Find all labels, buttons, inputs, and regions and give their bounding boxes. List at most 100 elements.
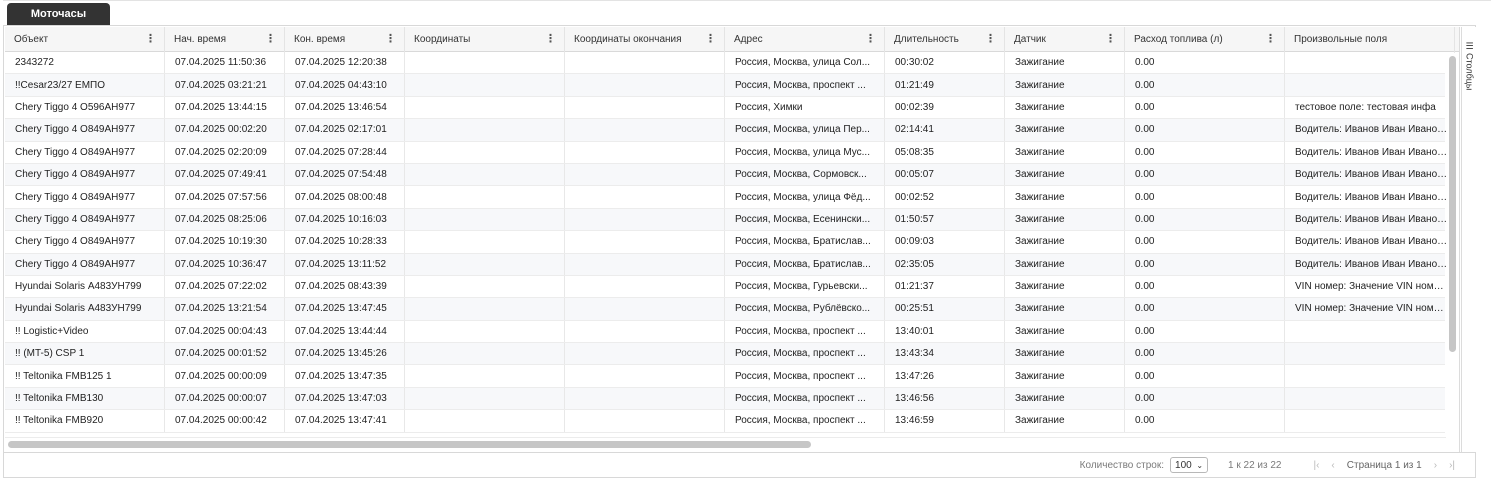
cell-sensor: Зажигание bbox=[1005, 298, 1125, 320]
table-row[interactable]: Chery Tiggo 4 О849АН977 07.04.2025 07:57:… bbox=[5, 186, 1455, 209]
column-menu-icon[interactable]: ⋮ bbox=[385, 33, 396, 45]
cell-text: Зажигание bbox=[1015, 146, 1065, 158]
cell-text: Россия, Москва, Гурьевски... bbox=[735, 281, 868, 293]
column-header-custom-fields[interactable]: Произвольные поля bbox=[1285, 27, 1455, 52]
table-row[interactable]: !! Teltonika FMB125 1 07.04.2025 00:00:09… bbox=[5, 365, 1455, 388]
column-menu-icon[interactable]: ⋮ bbox=[865, 33, 876, 45]
cell-custom-fields bbox=[1285, 343, 1455, 365]
last-page-icon[interactable]: ›| bbox=[1449, 460, 1455, 471]
cell-text: Chery Tiggo 4 О849АН977 bbox=[15, 146, 136, 158]
tab-motochasy[interactable]: Моточасы bbox=[7, 3, 110, 25]
column-header-end-time[interactable]: Кон. время ⋮ bbox=[285, 27, 405, 52]
columns-panel-label: Столбцы bbox=[1464, 53, 1475, 91]
table-row[interactable]: 2343272 07.04.2025 11:50:36 07.04.2025 12:… bbox=[5, 52, 1455, 75]
first-page-icon[interactable]: |‹ bbox=[1313, 460, 1319, 471]
table-row[interactable]: Chery Tiggo 4 О596АН977 07.04.2025 13:44:… bbox=[5, 96, 1455, 120]
columns-icon: ☰ bbox=[1465, 41, 1474, 51]
cell-custom-fields bbox=[1285, 52, 1455, 74]
cell-end-coordinates bbox=[565, 410, 725, 432]
cell-text: Hyundai Solaris А483УН799 bbox=[15, 281, 142, 293]
cell-start-time: 07.04.2025 07:49:41 bbox=[165, 163, 285, 186]
cell-text: Водитель: Иванов Иван Иванович bbox=[1295, 146, 1454, 158]
column-header-label: Объект bbox=[14, 34, 49, 45]
column-menu-icon[interactable]: ⋮ bbox=[1105, 33, 1116, 45]
cell-custom-fields: тестовое поле: тестовая инфа bbox=[1285, 96, 1455, 119]
column-menu-icon[interactable]: ⋮ bbox=[1265, 33, 1276, 45]
cell-fuel-consumption: 0.00 bbox=[1125, 298, 1285, 320]
cell-end-time: 07.04.2025 10:16:03 bbox=[285, 208, 405, 231]
cell-end-coordinates bbox=[565, 298, 725, 320]
cell-sensor: Зажигание bbox=[1005, 275, 1125, 298]
column-menu-icon[interactable]: ⋮ bbox=[985, 33, 996, 45]
prev-page-icon[interactable]: ‹ bbox=[1331, 460, 1334, 471]
table-row[interactable]: !! Logistic+Video 07.04.2025 00:04:43 07.0… bbox=[5, 320, 1455, 344]
column-header-address[interactable]: Адрес ⋮ bbox=[725, 27, 885, 52]
cell-start-time: 07.04.2025 11:50:36 bbox=[165, 52, 285, 74]
cell-text: Водитель: Иванов Иван Иванович bbox=[1295, 191, 1454, 203]
table-row[interactable]: Chery Tiggo 4 О849АН977 07.04.2025 10:19:… bbox=[5, 231, 1455, 254]
rows-range-text: 1 к 22 из 22 bbox=[1228, 459, 1282, 471]
cell-custom-fields: VIN номер: Значение VIN номера bbox=[1285, 275, 1455, 298]
cell-end-time: 07.04.2025 13:11:52 bbox=[285, 253, 405, 275]
cell-text: 0.00 bbox=[1135, 370, 1155, 382]
table-row[interactable]: !!Cesar23/27 ЕМПО 07.04.2025 03:21:21 07.0… bbox=[5, 74, 1455, 97]
table-row[interactable]: Chery Tiggo 4 О849АН977 07.04.2025 08:25:… bbox=[5, 208, 1455, 232]
columns-panel-button[interactable]: ☰ Столбцы bbox=[1462, 41, 1477, 111]
rows-per-page-select[interactable]: 100 ⌄ bbox=[1170, 457, 1209, 473]
cell-text: 07.04.2025 08:25:06 bbox=[175, 213, 267, 225]
column-menu-icon[interactable]: ⋮ bbox=[705, 33, 716, 45]
cell-fuel-consumption: 0.00 bbox=[1125, 208, 1285, 231]
cell-end-time: 07.04.2025 13:47:35 bbox=[285, 365, 405, 387]
table-row[interactable]: Hyundai Solaris А483УН799 07.04.2025 07:2… bbox=[5, 275, 1455, 299]
cell-address: Россия, Москва, проспект ... bbox=[725, 410, 885, 432]
table-row[interactable]: !! (MT-5) CSP 1 07.04.2025 00:01:52 07.04.… bbox=[5, 343, 1455, 366]
rows-count-label: Количество строк: bbox=[1079, 459, 1165, 471]
table-row[interactable]: Chery Tiggo 4 О849АН977 07.04.2025 07:49:… bbox=[5, 163, 1455, 187]
column-menu-icon[interactable]: ⋮ bbox=[265, 33, 276, 45]
next-page-icon[interactable]: › bbox=[1434, 460, 1437, 471]
column-menu-icon[interactable]: ⋮ bbox=[145, 33, 156, 45]
cell-end-coordinates bbox=[565, 96, 725, 119]
column-header-coordinates[interactable]: Координаты ⋮ bbox=[405, 27, 565, 52]
vertical-scroll-thumb[interactable] bbox=[1449, 56, 1456, 352]
cell-sensor: Зажигание bbox=[1005, 253, 1125, 275]
cell-text: Зажигание bbox=[1015, 236, 1065, 248]
column-header-start-time[interactable]: Нач. время ⋮ bbox=[165, 27, 285, 52]
cell-object: Chery Tiggo 4 О849АН977 bbox=[5, 253, 165, 275]
cell-text: 13:46:56 bbox=[895, 393, 934, 405]
horizontal-scrollbar[interactable] bbox=[5, 437, 1446, 451]
table-row[interactable]: Chery Tiggo 4 О849АН977 07.04.2025 10:36:… bbox=[5, 253, 1455, 276]
cell-end-time: 07.04.2025 07:28:44 bbox=[285, 141, 405, 163]
cell-text: Chery Tiggo 4 О849АН977 bbox=[15, 124, 136, 136]
column-header-end-coordinates[interactable]: Координаты окончания ⋮ bbox=[565, 27, 725, 52]
column-menu-icon[interactable]: ⋮ bbox=[545, 33, 556, 45]
cell-text: Россия, Москва, улица Пер... bbox=[735, 124, 870, 136]
column-header-duration[interactable]: Длительность ⋮ bbox=[885, 27, 1005, 52]
cell-address: Россия, Москва, проспект ... bbox=[725, 365, 885, 387]
column-header-fuel-consumption[interactable]: Расход топлива (л) ⋮ bbox=[1125, 27, 1285, 52]
table-row[interactable]: Hyundai Solaris А483УН799 07.04.2025 13:2… bbox=[5, 298, 1455, 321]
cell-text: Водитель: Иванов Иван Иванович bbox=[1295, 258, 1454, 270]
cell-text: 07.04.2025 13:47:45 bbox=[295, 303, 387, 315]
cell-text: Зажигание bbox=[1015, 79, 1065, 91]
cell-address: Россия, Москва, улица Фёд... bbox=[725, 186, 885, 208]
cell-sensor: Зажигание bbox=[1005, 119, 1125, 141]
cell-end-time: 07.04.2025 10:28:33 bbox=[285, 231, 405, 253]
cell-text: Зажигание bbox=[1015, 303, 1065, 315]
horizontal-scroll-thumb[interactable] bbox=[8, 441, 811, 448]
cell-duration: 02:35:05 bbox=[885, 253, 1005, 275]
cell-fuel-consumption: 0.00 bbox=[1125, 96, 1285, 119]
cell-object: Hyundai Solaris А483УН799 bbox=[5, 298, 165, 320]
cell-object: Chery Tiggo 4 О849АН977 bbox=[5, 231, 165, 253]
vertical-scrollbar[interactable] bbox=[1446, 53, 1459, 437]
table-row[interactable]: !! Teltonika FMB130 07.04.2025 00:00:07 07… bbox=[5, 387, 1455, 411]
table-row[interactable]: Chery Tiggo 4 О849АН977 07.04.2025 00:02:… bbox=[5, 119, 1455, 142]
cell-text: 00:30:02 bbox=[895, 57, 934, 69]
cell-end-time: 07.04.2025 13:44:44 bbox=[285, 320, 405, 343]
table-row[interactable]: Chery Tiggo 4 О849АН977 07.04.2025 02:20:… bbox=[5, 141, 1455, 164]
column-header-sensor[interactable]: Датчик ⋮ bbox=[1005, 27, 1125, 52]
cell-fuel-consumption: 0.00 bbox=[1125, 119, 1285, 141]
cell-text: Россия, Москва, Братислав... bbox=[735, 258, 871, 270]
table-row[interactable]: !! Teltonika FMB920 07.04.2025 00:00:42 07… bbox=[5, 410, 1455, 433]
column-header-object[interactable]: Объект ⋮ bbox=[5, 27, 165, 52]
